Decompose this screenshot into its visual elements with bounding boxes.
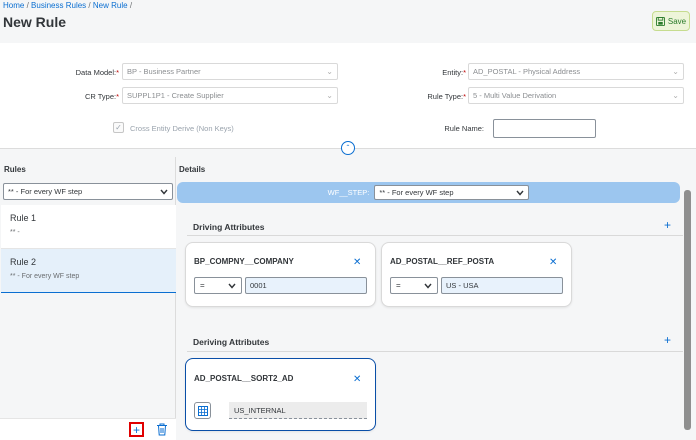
chevron-down-icon (228, 283, 236, 289)
operator-select[interactable]: = (194, 277, 242, 294)
rules-filter-value: ** - For every WF step (8, 187, 83, 196)
add-rule-button[interactable]: + (129, 422, 144, 437)
wf-step-value: ** - For every WF step (379, 188, 454, 197)
attribute-value-input[interactable]: US - USA (441, 277, 563, 294)
save-label: Save (667, 16, 687, 26)
chevron-down-icon: ⌄ (326, 67, 333, 76)
section-divider (187, 351, 683, 352)
rule-type-value: 5 - Multi Value Derivation (473, 91, 557, 100)
chevron-down-icon: ⌄ (672, 67, 679, 76)
wf-step-bar: WF__STEP: ** - For every WF step (177, 182, 680, 203)
entity-value: AD_POSTAL - Physical Address (473, 67, 581, 76)
rule-name: Rule 1 (10, 213, 37, 223)
breadcrumb-separator: / (26, 1, 29, 10)
rule-wf-step: ** - (10, 229, 20, 236)
rules-title: Rules (4, 165, 26, 174)
value-help-button[interactable] (194, 402, 211, 419)
data-model-value: BP - Business Partner (127, 67, 201, 76)
section-divider (187, 235, 683, 236)
rule-type-label: Rule Type:* (427, 92, 466, 101)
operator-select[interactable]: = (390, 277, 438, 294)
add-driving-attribute-button[interactable]: + (664, 219, 671, 231)
entity-label: Entity:* (442, 68, 466, 77)
checkmark-icon: ✓ (115, 123, 122, 132)
attribute-name: AD_POSTAL__SORT2_AD (194, 374, 294, 383)
chevron-up-icon: ˆ (346, 143, 350, 153)
table-icon (197, 405, 208, 416)
breadcrumb-home[interactable]: Home (3, 1, 24, 10)
breadcrumb-business-rules[interactable]: Business Rules (31, 1, 86, 10)
chevron-down-icon: ⌄ (672, 91, 679, 100)
rule-type-select[interactable]: 5 - Multi Value Derivation ⌄ (468, 87, 684, 104)
breadcrumb-new-rule[interactable]: New Rule (93, 1, 128, 10)
page-title: New Rule (3, 14, 67, 30)
plus-icon: + (664, 218, 672, 232)
driving-attribute-card (381, 242, 572, 307)
operator-value: = (200, 281, 205, 290)
breadcrumb-separator: / (129, 1, 133, 10)
driving-attribute-card (185, 242, 376, 307)
entity-select[interactable]: AD_POSTAL - Physical Address ⌄ (468, 63, 684, 80)
rule-name: Rule 2 (10, 257, 37, 267)
deriving-attribute-card[interactable] (185, 358, 376, 431)
attribute-name: BP_COMPNY__COMPANY (194, 257, 294, 266)
close-icon[interactable]: ✕ (353, 374, 361, 385)
save-icon (655, 16, 665, 26)
cross-entity-label: Cross Entity Derive (Non Keys) (130, 124, 234, 133)
chevron-down-icon (160, 189, 168, 195)
cr-type-label: CR Type:* (84, 92, 119, 101)
derived-value-input[interactable]: US_INTERNAL (229, 402, 367, 419)
rules-wf-filter-select[interactable]: ** - For every WF step (3, 183, 173, 200)
add-deriving-attribute-button[interactable]: + (664, 334, 671, 346)
operator-value: = (396, 281, 401, 290)
chevron-down-icon: ⌄ (326, 91, 333, 100)
rule-name-input[interactable] (493, 119, 596, 138)
cross-entity-checkbox[interactable]: ✓ (113, 122, 124, 133)
collapse-header-button[interactable]: ˆ (341, 141, 355, 155)
plus-icon: + (664, 333, 672, 347)
driving-attributes-title: Driving Attributes (193, 222, 265, 232)
rule-list-item[interactable]: Rule 1 ** - (1, 205, 176, 249)
trash-icon[interactable] (156, 423, 168, 436)
close-icon[interactable]: ✕ (549, 257, 557, 268)
rule-list-item[interactable]: Rule 2 ** - For every WF step (1, 249, 176, 293)
data-model-select[interactable]: BP - Business Partner ⌄ (122, 63, 338, 80)
rule-name-label: Rule Name: (444, 124, 484, 133)
cr-type-select[interactable]: SUPPL1P1 - Create Supplier ⌄ (122, 87, 338, 104)
rule-wf-step: ** - For every WF step (10, 273, 80, 280)
wf-step-select[interactable]: ** - For every WF step (374, 185, 530, 200)
details-scrollbar[interactable] (684, 190, 691, 430)
plus-icon: + (132, 422, 140, 437)
breadcrumb: Home / Business Rules / New Rule / (3, 1, 132, 10)
chevron-down-icon (516, 190, 524, 196)
close-icon[interactable]: ✕ (353, 257, 361, 268)
deriving-attributes-title: Deriving Attributes (193, 337, 270, 347)
details-title: Details (179, 165, 206, 174)
breadcrumb-separator: / (88, 1, 91, 10)
attribute-name: AD_POSTAL__REF_POSTA (390, 257, 495, 266)
chevron-down-icon (424, 283, 432, 289)
attribute-value-input[interactable]: 0001 (245, 277, 367, 294)
data-model-label: Data Model:* (75, 68, 119, 77)
cr-type-value: SUPPL1P1 - Create Supplier (127, 91, 224, 100)
wf-step-label: WF__STEP: (327, 188, 370, 197)
save-button[interactable]: Save (652, 11, 690, 31)
rules-footer (0, 418, 176, 440)
